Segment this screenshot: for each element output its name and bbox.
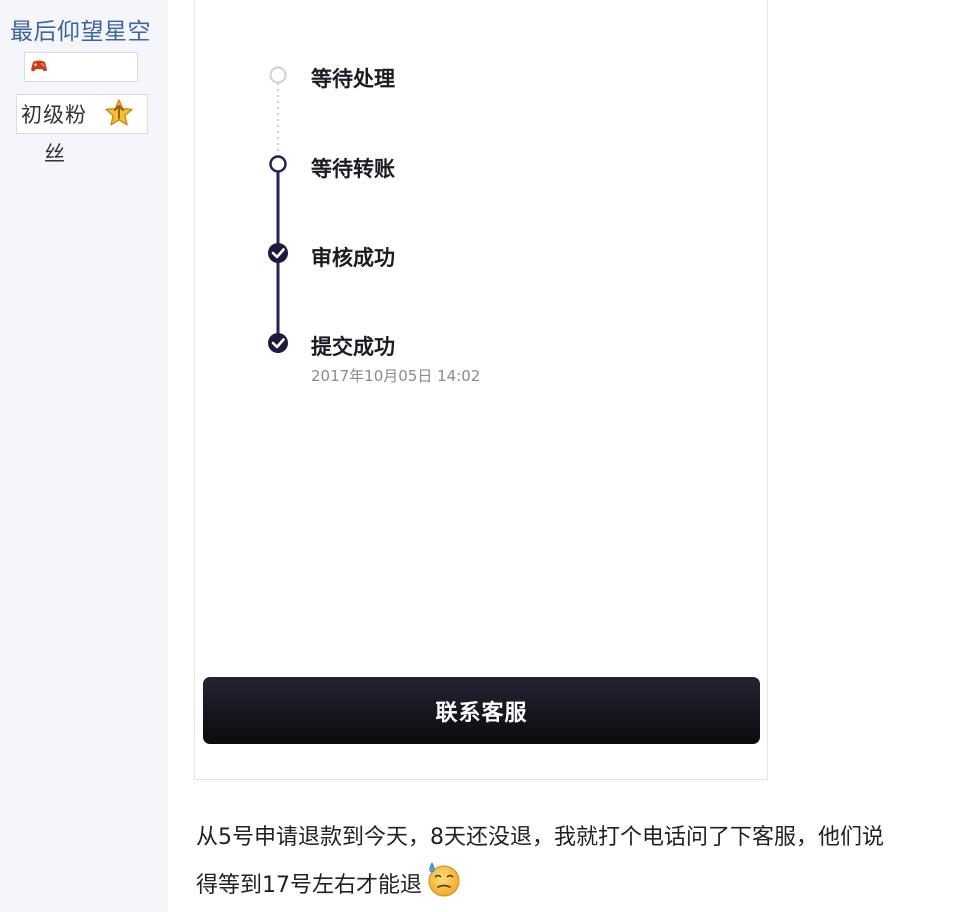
post-text-line: 从5号申请退款到今天，8天还没退，我就打个电话问了下客服，他们说 xyxy=(196,825,884,850)
timeline-step-label: 提交成功 xyxy=(311,335,395,359)
medal-badge xyxy=(24,52,138,82)
timeline-graphic xyxy=(268,66,288,353)
post-body: 从5号申请退款到今天，8天还没退，我就打个电话问了下客服，他们说 得等到17号左… xyxy=(196,816,966,908)
check-circle-icon xyxy=(268,333,288,353)
fan-level-label-wrap: 丝 xyxy=(44,142,65,166)
contact-support-button[interactable]: 联系客服 xyxy=(203,677,760,744)
timeline-step-label: 等待处理 xyxy=(311,67,395,91)
post-text-line-2: 得等到17号左右才能退 xyxy=(196,860,966,908)
pending-circle-icon xyxy=(269,66,287,84)
star-icon xyxy=(105,99,133,126)
gamepad-medal-icon xyxy=(31,60,47,72)
author-sidebar: 最后仰望星空 初级粉 丝 xyxy=(0,0,168,912)
refund-progress-screenshot: 等待处理 等待转账 审核成功 提交成功 2017年10月05日 14:02 联系… xyxy=(194,0,768,780)
timeline-step-time: 2017年10月05日 14:02 xyxy=(311,367,481,385)
fan-level-label: 初级粉 xyxy=(21,103,87,127)
current-circle-icon xyxy=(269,155,287,173)
author-username[interactable]: 最后仰望星空 xyxy=(10,12,151,46)
post-text-line: 得等到17号左右才能退 xyxy=(196,873,422,898)
timeline-step-label: 审核成功 xyxy=(311,246,395,270)
sweat-emoji-icon xyxy=(428,862,460,897)
check-circle-icon xyxy=(268,243,288,263)
timeline-step-label: 等待转账 xyxy=(311,157,395,181)
